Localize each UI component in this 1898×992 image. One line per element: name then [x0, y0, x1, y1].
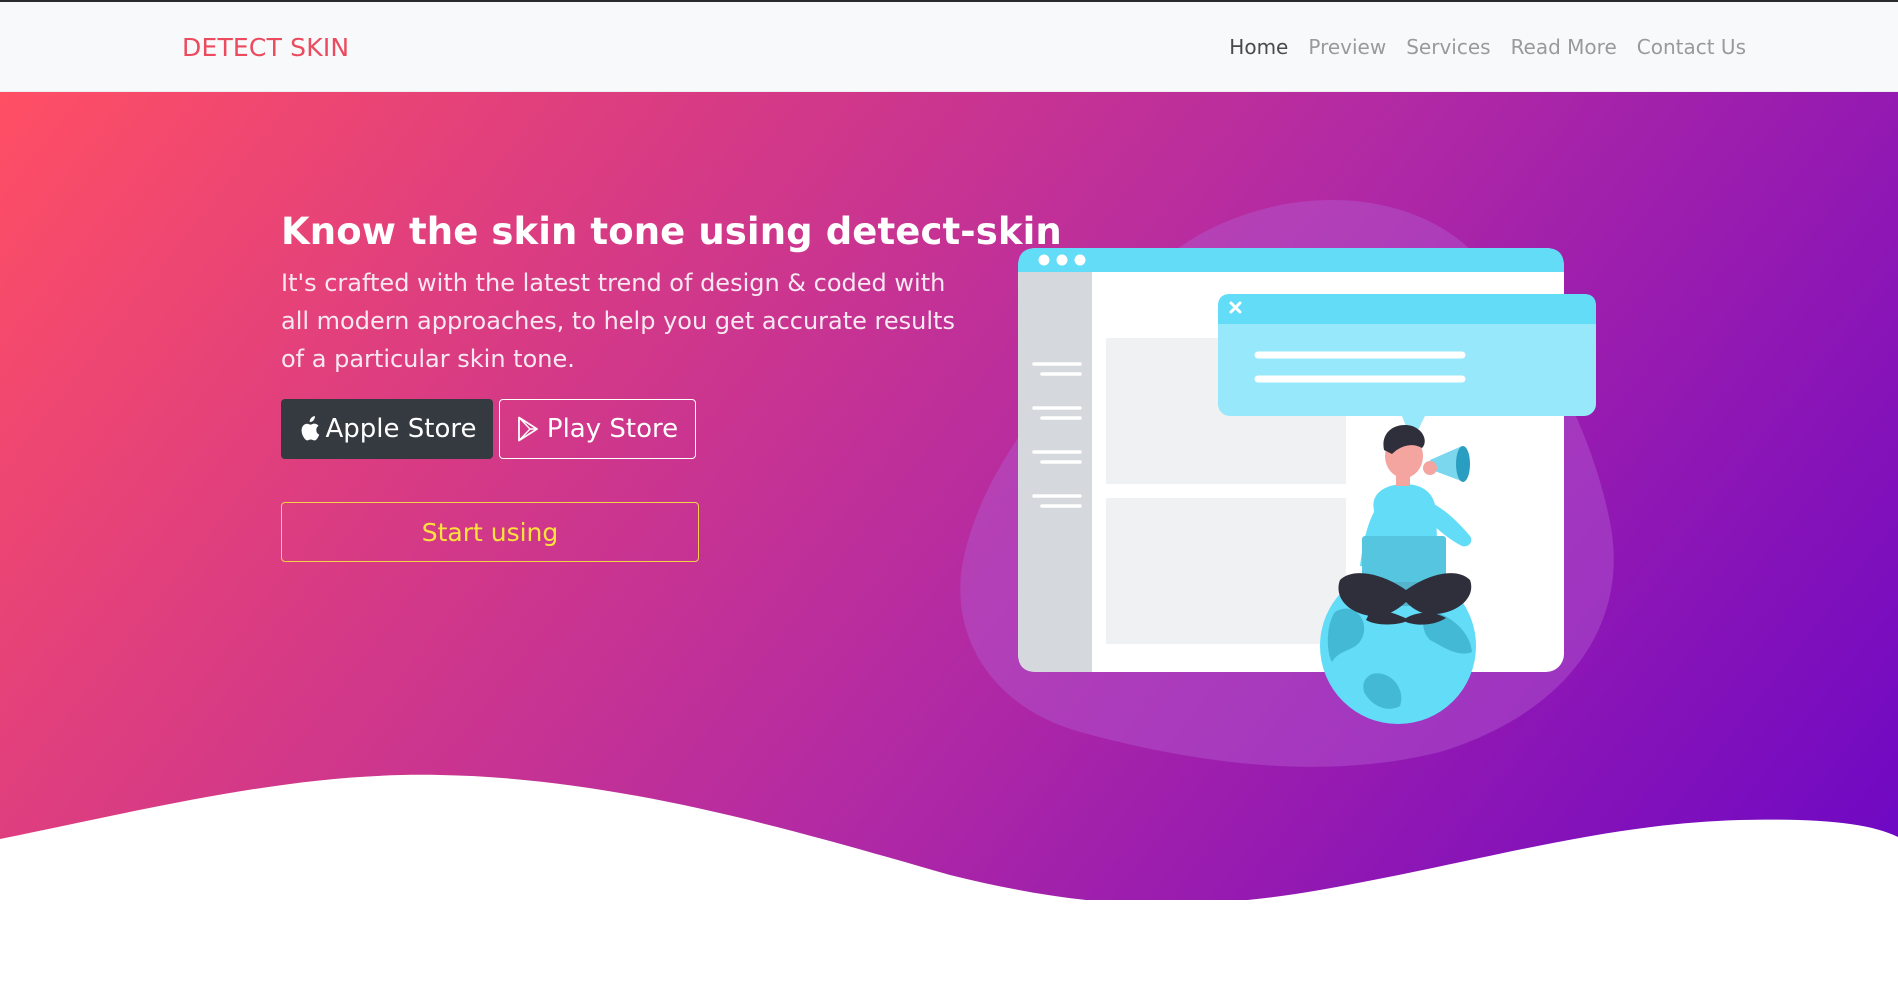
hero-subtitle: It's crafted with the latest trend of de… — [281, 269, 955, 373]
play-store-button[interactable]: Play Store — [499, 399, 696, 459]
navbar: DETECT SKIN Home Preview Services Read M… — [0, 2, 1898, 92]
nav-item-services[interactable]: Services — [1406, 35, 1490, 59]
hero-illustration — [960, 199, 1614, 767]
start-using-button[interactable]: Start using — [281, 502, 699, 562]
browser-sidebar — [1018, 272, 1092, 672]
play-store-icon — [517, 416, 538, 442]
brand-logo[interactable]: DETECT SKIN — [182, 33, 349, 62]
nav-menu: Home Preview Services Read More Contact … — [1209, 35, 1746, 59]
nav-item-read-more[interactable]: Read More — [1511, 35, 1617, 59]
browser-titlebar — [1018, 248, 1564, 272]
nav-item-home[interactable]: Home — [1229, 35, 1288, 59]
hero-title: Know the skin tone using detect-skin — [281, 210, 1062, 253]
play-store-label: Play Store — [546, 414, 679, 444]
content-block-bottom — [1106, 498, 1346, 644]
laptop — [1362, 536, 1446, 582]
hero-section: Know the skin tone using detect-skin It'… — [0, 92, 1898, 900]
nav-item-preview[interactable]: Preview — [1308, 35, 1386, 59]
apple-store-label: Apple Store — [325, 414, 477, 444]
apple-store-button[interactable]: Apple Store — [281, 399, 493, 459]
nav-item-contact-us[interactable]: Contact Us — [1637, 35, 1746, 59]
apple-icon — [301, 416, 319, 441]
